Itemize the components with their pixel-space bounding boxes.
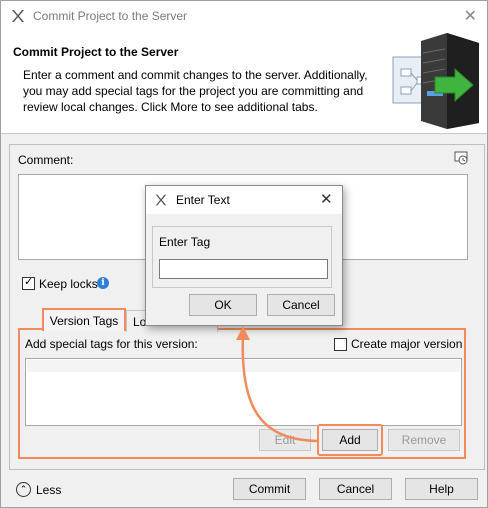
app-logo-icon [155,194,167,206]
enter-tag-input[interactable] [159,259,328,279]
checkmark-icon: ✓ [24,276,34,288]
create-major-version-label: Create major version [351,337,463,351]
tags-label: Add special tags for this version: [25,337,198,351]
server-commit-illustration-icon [392,33,479,129]
add-button-highlight [317,424,383,456]
enter-tag-label: Enter Tag [159,235,211,249]
keep-locks-checkbox[interactable]: ✓ [22,276,35,290]
list-item[interactable] [27,360,460,372]
edit-button[interactable]: Edit [259,429,311,451]
window-title: Commit Project to the Server [33,9,188,23]
cancel-button[interactable]: Cancel [319,478,392,500]
ok-button[interactable]: OK [189,294,257,316]
less-button[interactable]: Less [36,483,61,497]
comment-history-icon[interactable] [454,151,468,165]
enter-text-dialog: Enter Text ✕ Enter Tag OK Cancel [145,185,343,326]
app-logo-icon [12,10,24,22]
create-major-version-checkbox[interactable] [334,338,347,351]
dialog-title: Enter Text [176,193,230,207]
dialog-title-bar: Enter Text ✕ [146,186,342,214]
comment-label: Comment: [18,153,74,167]
info-icon[interactable]: i [97,277,109,289]
commit-button[interactable]: Commit [233,478,306,500]
remove-button[interactable]: Remove [388,429,460,451]
close-icon[interactable]: ✕ [320,190,333,208]
header-description: Enter a comment and commit changes to th… [23,68,368,114]
header-banner: Commit Project to the Server Enter a com… [1,31,487,134]
tab-version-tags[interactable]: Version Tags [42,308,126,331]
dialog-cancel-button[interactable]: Cancel [267,294,335,316]
header-title: Commit Project to the Server [13,45,179,59]
keep-locks-label: Keep locks [39,277,98,291]
tags-list[interactable] [25,358,462,426]
close-icon[interactable]: ✕ [464,6,477,26]
chevron-up-icon[interactable]: ⌃ [16,482,31,497]
title-bar: Commit Project to the Server ✕ [1,1,487,31]
help-button[interactable]: Help [405,478,478,500]
